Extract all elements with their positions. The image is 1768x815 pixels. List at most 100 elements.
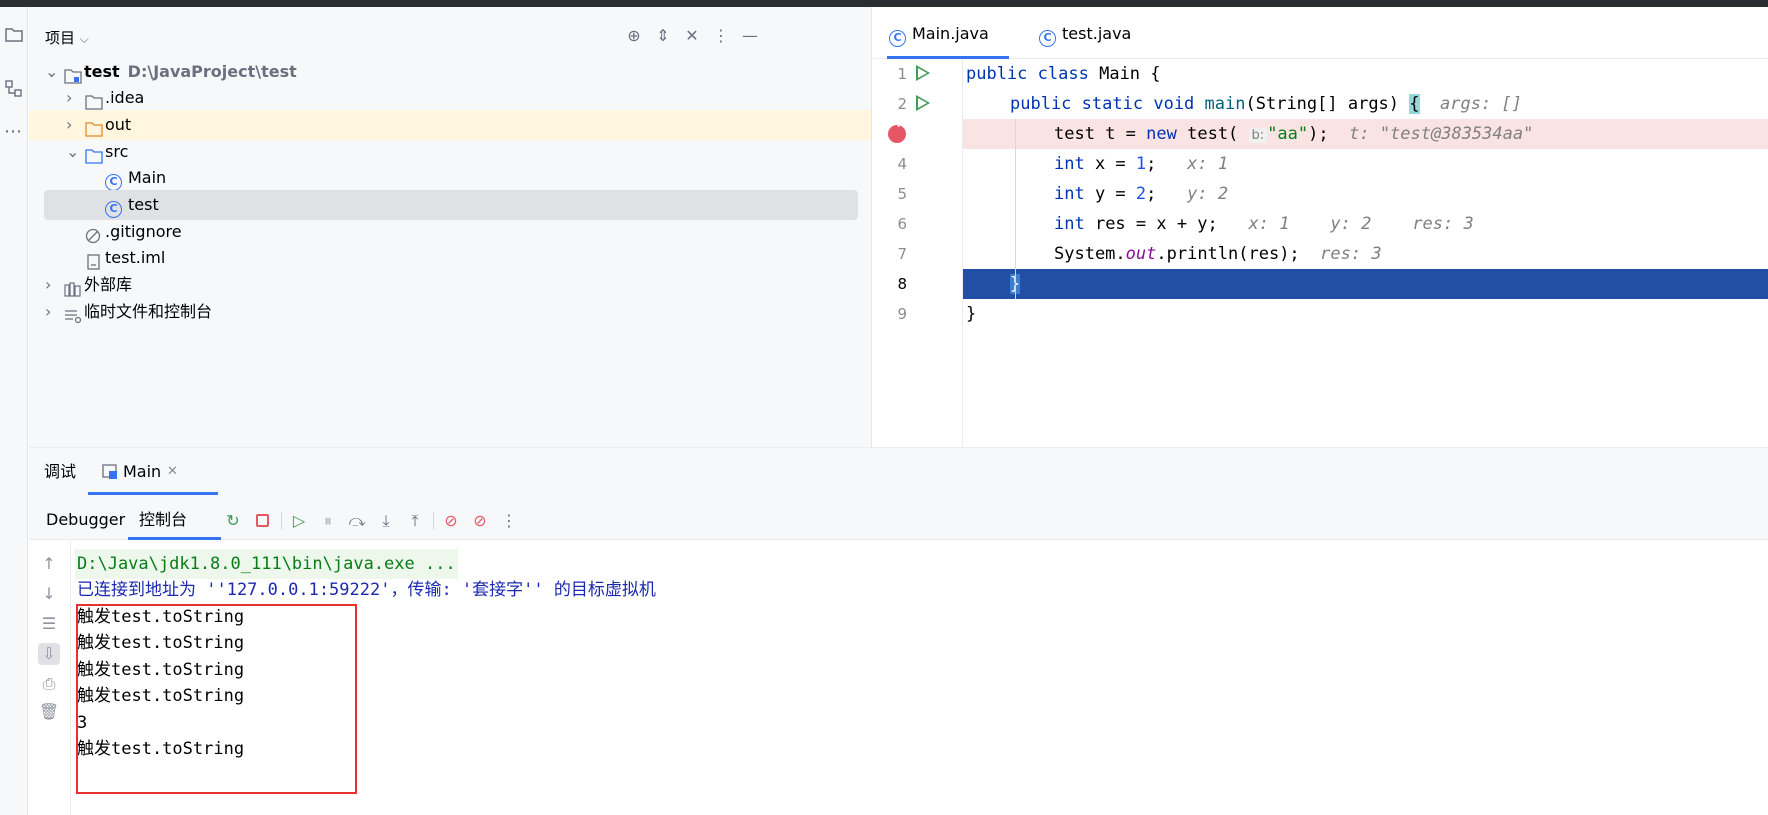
resume-icon[interactable]: ▷ — [288, 510, 310, 532]
collapse-all-icon[interactable]: ✕ — [681, 25, 703, 47]
code-line-6[interactable]: int res = x + y; x: 1 y: 2 res: 3 — [963, 209, 1768, 239]
code-line-4[interactable]: int x = 1; x: 1 — [963, 149, 1768, 179]
tree-item-test-class[interactable]: Ctest — [44, 190, 858, 220]
code-line-9[interactable]: } — [963, 299, 1768, 329]
string-literal: "aa" — [1267, 124, 1309, 144]
arrow-up-icon[interactable]: ↑ — [38, 553, 60, 575]
code-line-8-current[interactable]: } — [963, 269, 1768, 299]
library-icon — [64, 277, 82, 297]
run-config-icon — [102, 464, 118, 479]
code-text: y = — [1084, 184, 1136, 204]
view-breakpoints-icon[interactable]: ⊘ — [440, 510, 462, 532]
arrow-down-icon[interactable]: ↓ — [38, 583, 60, 605]
class-icon: C — [105, 174, 122, 191]
tree-item-label: Main — [128, 168, 167, 187]
code-line-1[interactable]: public class Main { — [963, 59, 1768, 89]
code-line-7[interactable]: System.out.println(res); res: 3 — [963, 239, 1768, 269]
code-text: ; — [1146, 154, 1157, 174]
options-icon[interactable]: ⋮ — [710, 25, 732, 47]
line-number: 1 — [897, 65, 907, 83]
line-number: 9 — [897, 305, 907, 323]
keyword: void — [1153, 94, 1195, 114]
structure-icon[interactable] — [4, 79, 24, 99]
console-line-connected: 已连接到地址为 ''127.0.0.1:59222'，传输: '套接字'' 的目… — [77, 580, 656, 600]
tree-item-scratches[interactable]: › 临时文件和控制台 — [29, 297, 871, 327]
tree-item-label: out — [105, 115, 132, 134]
step-into-icon[interactable]: ⤓ — [375, 510, 397, 532]
tab-label: Main.java — [912, 24, 989, 43]
tree-item-label: .idea — [105, 88, 145, 107]
keyword: static — [1081, 94, 1144, 114]
excluded-folder-icon — [85, 117, 103, 137]
tab-debugger[interactable]: Debugger — [46, 510, 125, 530]
tree-item-external-libraries[interactable]: › 外部库 — [29, 270, 871, 300]
mute-breakpoints-icon[interactable]: ⊘ — [469, 510, 491, 532]
project-title-dropdown[interactable]: 项目 ⌵ — [45, 27, 89, 48]
tab-console[interactable]: 控制台 — [128, 500, 221, 540]
keyword: int — [1054, 154, 1085, 174]
folder-icon[interactable] — [4, 25, 24, 45]
locate-icon[interactable]: ⊕ — [623, 25, 645, 47]
class-icon: C — [889, 30, 906, 47]
print-icon[interactable]: ⎙ — [38, 673, 60, 695]
run-icon[interactable] — [916, 65, 930, 81]
code-line-5[interactable]: int y = 2; y: 2 — [963, 179, 1768, 209]
keyword: public — [1010, 94, 1072, 114]
chevron-right-icon[interactable]: › — [66, 83, 80, 113]
tree-item-idea[interactable]: › .idea — [29, 83, 871, 113]
tab-debug[interactable]: 调试 — [44, 462, 76, 482]
debug-value-hint: args: [] — [1440, 94, 1522, 114]
run-icon[interactable] — [916, 95, 930, 111]
more-options-icon[interactable]: ⋮ — [498, 510, 520, 532]
tab-test-java[interactable]: Ctest.java — [1039, 7, 1159, 59]
tab-main-java[interactable]: CMain.java ✕ — [887, 7, 1009, 97]
method-name: main — [1204, 94, 1246, 114]
code-text: test( — [1176, 124, 1239, 144]
tab-main-session[interactable]: Main ✕ — [88, 448, 218, 495]
code-text: = — [1115, 124, 1147, 144]
keyword: int — [1054, 184, 1085, 204]
brace-match: { — [1409, 94, 1420, 114]
toolbar-divider — [433, 512, 434, 530]
tree-item-iml[interactable]: test.iml — [29, 243, 871, 273]
rerun-icon[interactable]: ↻ — [222, 510, 244, 532]
line-number: 8 — [897, 275, 907, 293]
chevron-right-icon[interactable]: › — [45, 270, 59, 300]
keyword: new — [1146, 124, 1177, 144]
close-icon[interactable]: ✕ — [167, 464, 178, 479]
code-line-2[interactable]: public static void main(String[] args) {… — [963, 89, 1768, 119]
code-text: ; — [1146, 184, 1157, 204]
more-icon[interactable]: ⋯ — [4, 123, 24, 145]
tree-item-out[interactable]: › out — [29, 110, 871, 140]
expand-all-icon[interactable]: ⇕ — [652, 25, 674, 47]
class-icon: C — [1039, 30, 1056, 47]
step-out-icon[interactable]: ⤒ — [404, 510, 426, 532]
line-number: 5 — [897, 185, 907, 203]
step-over-icon[interactable]: ⤼ — [346, 510, 368, 532]
code-line-3-breakpoint[interactable]: test t = new test( b: "aa"); t: "test@383… — [963, 119, 1768, 149]
trash-icon[interactable]: 🗑 — [38, 701, 60, 723]
pause-icon[interactable]: ⏸ — [317, 510, 339, 532]
scroll-to-end-icon[interactable]: ⇩ — [38, 643, 60, 665]
window-top-bar — [0, 0, 1768, 7]
soft-wrap-icon[interactable]: ☰ — [38, 613, 60, 635]
indent-guide — [1015, 119, 1016, 299]
stop-icon[interactable] — [251, 510, 273, 532]
code-text: test — [1054, 124, 1106, 144]
file-icon — [85, 250, 103, 270]
toolbar-divider — [281, 512, 282, 530]
left-tool-strip: ⋯ — [0, 7, 28, 815]
minimize-icon[interactable]: — — [739, 25, 761, 47]
keyword: int — [1054, 214, 1085, 234]
project-title-label: 项目 — [45, 29, 76, 47]
number-literal: 1 — [1135, 154, 1147, 174]
debug-value-hint: y: 2 — [1187, 184, 1229, 204]
console-side-toolbar: ↑ ↓ ☰ ⇩ ⎙ 🗑 — [29, 541, 70, 815]
line-number: 2 — [897, 95, 907, 113]
chevron-right-icon[interactable]: › — [45, 297, 59, 327]
chevron-right-icon[interactable]: › — [66, 110, 80, 140]
folder-icon — [85, 90, 103, 110]
debug-value-hint: x: 1 — [1248, 214, 1290, 234]
breakpoint-icon[interactable] — [888, 120, 906, 143]
tree-item-main-class[interactable]: C Main — [29, 163, 871, 193]
